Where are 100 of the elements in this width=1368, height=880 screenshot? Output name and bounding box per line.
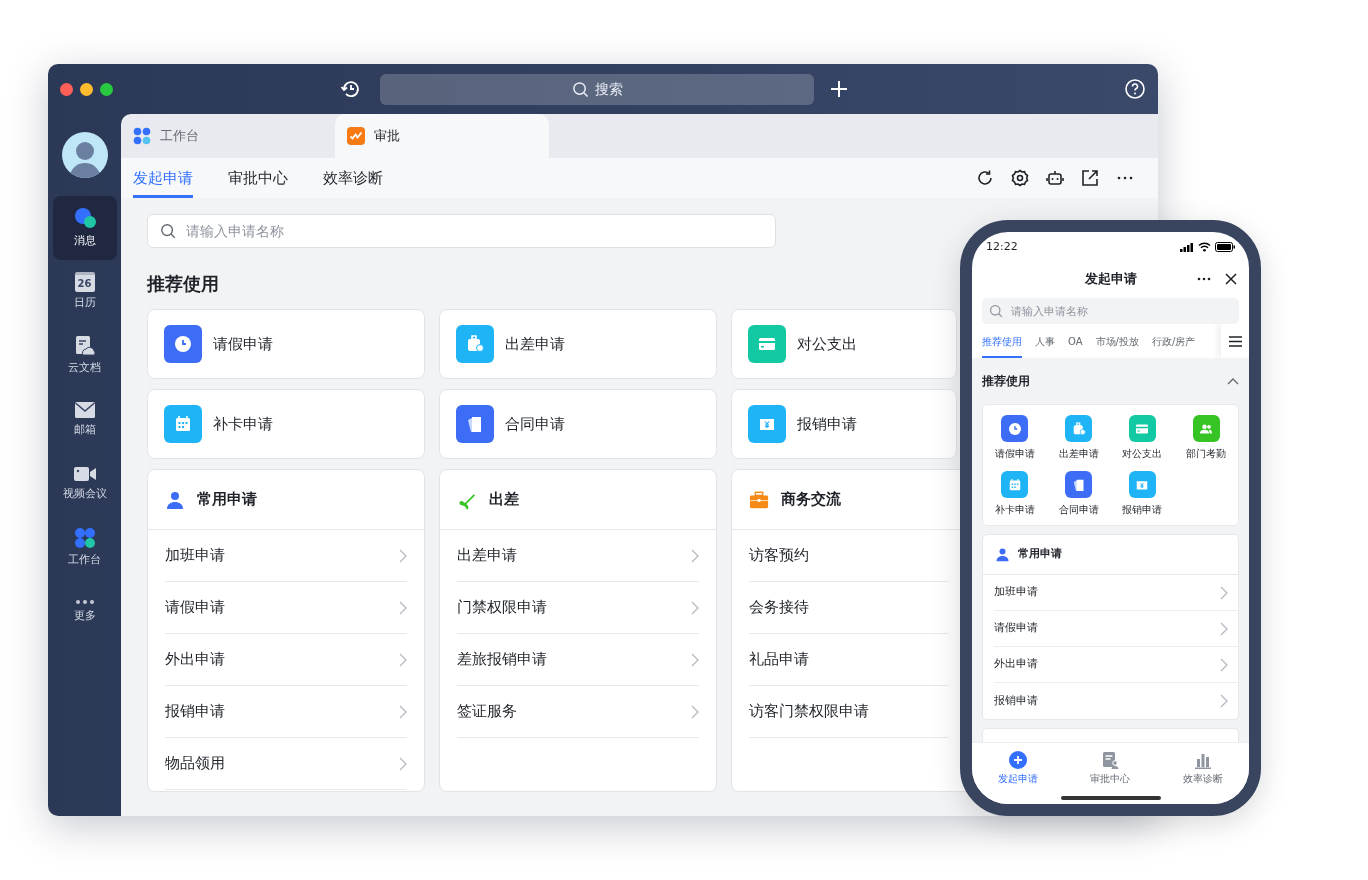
plus-circle-icon bbox=[1009, 751, 1028, 769]
sidebar-item[interactable]: 视频会议 bbox=[52, 452, 117, 516]
list-item[interactable]: 门禁权限申请 bbox=[457, 582, 699, 634]
list-item[interactable]: 访客门禁权限申请 bbox=[749, 686, 948, 738]
category-tab[interactable]: 行政/房产 bbox=[1151, 324, 1196, 358]
chevron-right-icon bbox=[691, 600, 699, 615]
bottom-tab[interactable]: 审批中心 bbox=[1075, 751, 1146, 804]
app-tab[interactable]: 工作台 bbox=[121, 114, 335, 158]
application-shortcut[interactable]: 补卡申请 bbox=[983, 471, 1047, 517]
list-item[interactable]: 加班申请 bbox=[165, 530, 407, 582]
list-item[interactable]: 访客预约 bbox=[749, 530, 948, 582]
list-item[interactable]: 物品领用 bbox=[165, 738, 407, 790]
plus-icon[interactable] bbox=[829, 79, 849, 99]
application-shortcut[interactable]: 报销申请 bbox=[1110, 471, 1175, 517]
more-icon[interactable] bbox=[1197, 277, 1211, 281]
chevron-right-icon bbox=[399, 600, 407, 615]
application-shortcut[interactable]: 对公支出 bbox=[1110, 415, 1175, 461]
user-avatar[interactable] bbox=[61, 132, 108, 178]
chevron-right-icon bbox=[1220, 621, 1228, 636]
document-cloud-icon bbox=[73, 335, 96, 358]
chevron-right-icon bbox=[691, 652, 699, 667]
list-item[interactable]: 外出申请 bbox=[165, 634, 407, 686]
briefcase-icon bbox=[749, 489, 769, 510]
category-tab[interactable]: 市场/投放 bbox=[1095, 324, 1139, 358]
section-title: 推荐使用 bbox=[147, 272, 219, 296]
sidebar-item[interactable]: 更多 bbox=[52, 580, 117, 644]
person-icon bbox=[165, 489, 185, 510]
list-item[interactable]: 签证服务 bbox=[457, 686, 699, 738]
list-item[interactable]: 外出申请 bbox=[994, 647, 1238, 683]
more-dots-icon bbox=[74, 599, 95, 606]
application-tile[interactable]: 请假申请 bbox=[147, 309, 425, 379]
app-grid-icon bbox=[133, 127, 151, 145]
status-time: 12:22 bbox=[986, 238, 1018, 255]
chevron-right-icon bbox=[399, 652, 407, 667]
calendar-icon: 26 bbox=[74, 272, 95, 293]
video-camera-icon bbox=[72, 465, 97, 484]
global-search-field[interactable]: 搜索 bbox=[380, 73, 814, 105]
section-title: 推荐使用 bbox=[982, 373, 1030, 390]
sidebar-item[interactable]: 消息 bbox=[52, 196, 117, 260]
list-item[interactable]: 报销申请 bbox=[994, 683, 1238, 719]
list-item[interactable]: 请假申请 bbox=[994, 611, 1238, 647]
category-title: 常用申请 bbox=[197, 489, 257, 511]
chevron-right-icon bbox=[399, 704, 407, 719]
nav-tab[interactable]: 审批中心 bbox=[228, 158, 288, 198]
document-person-icon bbox=[1101, 751, 1120, 769]
signal-icon bbox=[1180, 242, 1194, 252]
robot-icon[interactable] bbox=[1046, 169, 1064, 187]
category-tab[interactable]: OA bbox=[1068, 324, 1083, 358]
chevron-right-icon bbox=[691, 704, 699, 719]
category-title: 常用申请 bbox=[1018, 546, 1062, 563]
menu-icon[interactable] bbox=[1228, 335, 1242, 347]
list-item[interactable]: 加班申请 bbox=[994, 575, 1238, 611]
bar-chart-icon bbox=[1193, 751, 1212, 769]
search-icon bbox=[160, 223, 176, 239]
bottom-tab[interactable]: 发起申请 bbox=[983, 751, 1054, 804]
sidebar-item[interactable]: 云文档 bbox=[52, 324, 117, 388]
chevron-right-icon bbox=[1220, 657, 1228, 672]
application-tile[interactable]: 补卡申请 bbox=[147, 389, 425, 459]
nav-tab[interactable]: 效率诊断 bbox=[323, 158, 383, 198]
application-shortcut[interactable]: 出差申请 bbox=[1046, 415, 1111, 461]
minimize-window-button[interactable] bbox=[80, 82, 93, 96]
refresh-icon[interactable] bbox=[976, 169, 994, 187]
bottom-tab[interactable]: 效率诊断 bbox=[1167, 751, 1238, 804]
app-tab[interactable]: 审批 bbox=[335, 114, 549, 158]
list-item[interactable]: 报销申请 bbox=[165, 686, 407, 738]
sidebar-item[interactable]: 工作台 bbox=[52, 516, 117, 580]
list-item[interactable]: 出差申请 bbox=[457, 530, 699, 582]
application-shortcut[interactable]: 部门考勤 bbox=[1174, 415, 1238, 461]
chevron-right-icon bbox=[1220, 585, 1228, 600]
application-tile[interactable]: 对公支出 bbox=[731, 309, 957, 379]
approval-app-icon bbox=[347, 127, 365, 145]
category-title: 商务交流 bbox=[781, 489, 841, 511]
list-item[interactable]: 礼品申请 bbox=[749, 634, 948, 686]
wifi-icon bbox=[1198, 242, 1211, 252]
chevron-right-icon bbox=[399, 756, 407, 771]
close-icon[interactable] bbox=[1225, 273, 1237, 285]
chevron-right-icon bbox=[691, 548, 699, 563]
list-item[interactable]: 会务接待 bbox=[749, 582, 948, 634]
battery-icon bbox=[1215, 242, 1235, 252]
external-link-icon[interactable] bbox=[1081, 169, 1099, 187]
mail-icon bbox=[73, 401, 96, 420]
help-icon[interactable] bbox=[1124, 78, 1146, 100]
category-tab[interactable]: 人事 bbox=[1035, 324, 1055, 358]
settings-icon[interactable] bbox=[1011, 169, 1029, 187]
chevron-up-icon[interactable] bbox=[1227, 377, 1239, 385]
list-item[interactable]: 差旅报销申请 bbox=[457, 634, 699, 686]
application-shortcut[interactable]: 请假申请 bbox=[983, 415, 1047, 461]
search-icon bbox=[989, 304, 1003, 318]
sidebar-item[interactable]: 26 日历 bbox=[52, 260, 117, 324]
application-tile[interactable]: 报销申请 bbox=[731, 389, 957, 459]
close-window-button[interactable] bbox=[60, 82, 73, 96]
page-title: 发起申请 bbox=[1084, 270, 1137, 289]
application-tile[interactable]: 出差申请 bbox=[439, 309, 717, 379]
list-item[interactable]: 请假申请 bbox=[165, 582, 407, 634]
sidebar-item[interactable]: 邮箱 bbox=[52, 388, 117, 452]
history-icon[interactable] bbox=[340, 78, 362, 100]
maximize-window-button[interactable] bbox=[100, 82, 113, 96]
application-shortcut[interactable]: 合同申请 bbox=[1046, 471, 1111, 517]
chevron-right-icon bbox=[1220, 694, 1228, 708]
application-tile[interactable]: 合同申请 bbox=[439, 389, 717, 459]
